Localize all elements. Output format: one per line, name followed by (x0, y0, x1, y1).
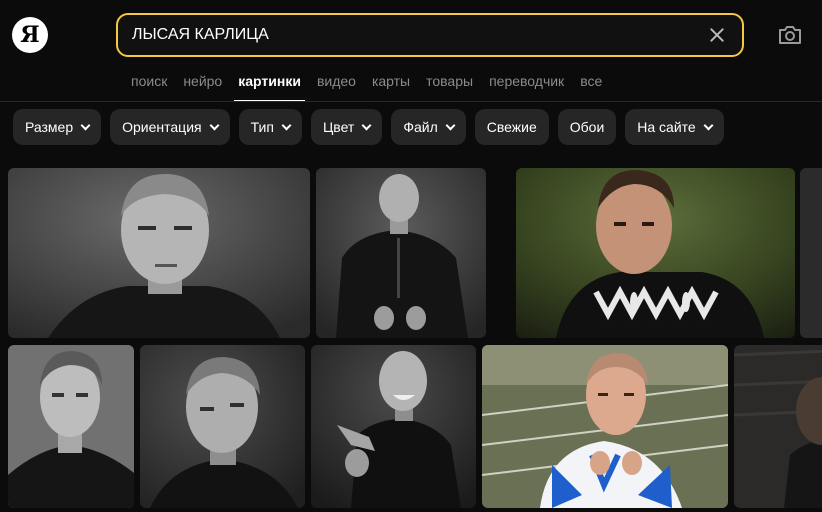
tab-translator[interactable]: переводчик (481, 70, 572, 102)
chevron-down-icon (361, 120, 372, 130)
chevron-down-icon (80, 120, 91, 130)
filter-fresh[interactable]: Свежие (474, 109, 549, 145)
image-result[interactable] (140, 345, 305, 508)
filter-size[interactable]: Размер (13, 109, 102, 145)
filter-orientation[interactable]: Ориентация (110, 109, 230, 145)
chevron-down-icon (703, 120, 714, 130)
search-box[interactable] (116, 13, 744, 57)
yandex-logo[interactable]: Я (12, 17, 48, 53)
tab-products[interactable]: товары (418, 70, 481, 102)
filter-label: Размер (25, 119, 74, 135)
chevron-down-icon (281, 120, 292, 130)
filter-label: Файл (403, 119, 438, 135)
filter-label: На сайте (637, 119, 696, 135)
filter-bar: Размер Ориентация Тип Цвет Файл Свежие О… (13, 109, 724, 145)
header-divider (0, 101, 822, 102)
chevron-down-icon (445, 120, 456, 130)
filter-label: Ориентация (122, 119, 202, 135)
search-tabs: поиск нейро картинки видео карты товары … (123, 70, 610, 102)
image-result[interactable] (516, 168, 795, 338)
filter-on-site[interactable]: На сайте (625, 109, 724, 145)
chevron-down-icon (209, 120, 220, 130)
tab-all[interactable]: все (572, 70, 610, 102)
camera-icon[interactable] (776, 22, 804, 48)
close-icon[interactable] (706, 24, 728, 46)
search-input[interactable] (132, 26, 706, 44)
filter-wallpapers[interactable]: Обои (557, 109, 617, 145)
image-result[interactable] (8, 168, 310, 338)
image-result[interactable] (311, 345, 476, 508)
filter-label: Свежие (486, 119, 537, 135)
image-result[interactable] (800, 168, 822, 338)
image-result[interactable] (734, 345, 822, 508)
filter-label: Обои (569, 119, 605, 135)
tab-maps[interactable]: карты (364, 70, 418, 102)
tab-search[interactable]: поиск (123, 70, 175, 102)
logo-letter: Я (20, 22, 40, 48)
image-result[interactable] (316, 168, 486, 338)
image-result[interactable] (8, 345, 134, 508)
filter-type[interactable]: Тип (238, 109, 302, 145)
filter-file[interactable]: Файл (391, 109, 466, 145)
image-result[interactable] (482, 345, 728, 508)
tab-video[interactable]: видео (309, 70, 364, 102)
filter-color[interactable]: Цвет (310, 109, 383, 145)
tab-neuro[interactable]: нейро (175, 70, 230, 102)
filter-label: Цвет (322, 119, 355, 135)
filter-label: Тип (250, 119, 274, 135)
tab-images[interactable]: картинки (230, 70, 309, 102)
